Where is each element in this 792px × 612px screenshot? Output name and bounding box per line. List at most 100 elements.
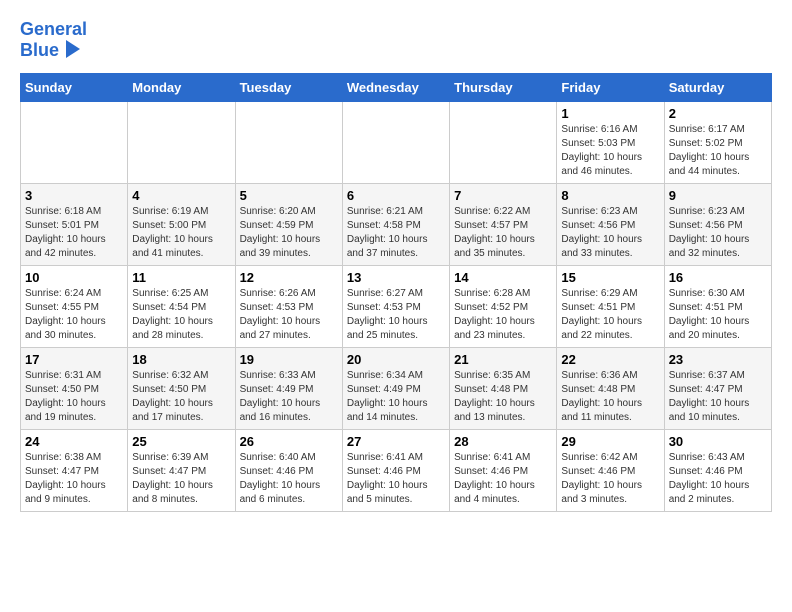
day-number: 23 — [669, 352, 767, 367]
day-number: 29 — [561, 434, 659, 449]
calendar-cell: 25 Sunrise: 6:39 AM Sunset: 4:47 PM Dayli… — [128, 429, 235, 511]
calendar-cell: 30Sunrise: 6:43 AM Sunset: 4:46 PM Dayli… — [664, 429, 771, 511]
day-info: Sunrise: 6:42 AM Sunset: 4:46 PM Dayligh… — [561, 451, 659, 507]
calendar-cell: 2Sunrise: 6:17 AM Sunset: 5:02 PM Daylig… — [664, 101, 771, 183]
calendar-cell: 4 Sunrise: 6:19 AM Sunset: 5:00 PM Daylig… — [128, 183, 235, 265]
day-info: Sunrise: 6:37 AM Sunset: 4:47 PM Dayligh… — [669, 369, 767, 425]
calendar-cell: 6Sunrise: 6:21 AM Sunset: 4:58 PM Daylig… — [342, 183, 449, 265]
day-number: 22 — [561, 352, 659, 367]
day-number: 20 — [347, 352, 445, 367]
calendar-week-row: 3 Sunrise: 6:18 AM Sunset: 5:01 PM Daylig… — [21, 183, 772, 265]
calendar-cell: 15 Sunrise: 6:29 AM Sunset: 4:51 PM Dayli… — [557, 265, 664, 347]
calendar-cell: 23 Sunrise: 6:37 AM Sunset: 4:47 PM Dayli… — [664, 347, 771, 429]
day-number: 21 — [454, 352, 552, 367]
logo-general: General — [20, 19, 87, 39]
day-number: 24 — [25, 434, 123, 449]
day-info: Sunrise: 6:33 AM Sunset: 4:49 PM Dayligh… — [240, 369, 338, 425]
calendar-week-row: 10 Sunrise: 6:24 AM Sunset: 4:55 PM Dayli… — [21, 265, 772, 347]
day-info: Sunrise: 6:40 AM Sunset: 4:46 PM Dayligh… — [240, 451, 338, 507]
calendar-cell: 16Sunrise: 6:30 AM Sunset: 4:51 PM Dayli… — [664, 265, 771, 347]
logo: General Blue — [20, 20, 87, 63]
calendar-cell: 8 Sunrise: 6:23 AM Sunset: 4:56 PM Daylig… — [557, 183, 664, 265]
day-info: Sunrise: 6:27 AM Sunset: 4:53 PM Dayligh… — [347, 287, 445, 343]
day-number: 19 — [240, 352, 338, 367]
calendar-week-row: 24 Sunrise: 6:38 AM Sunset: 4:47 PM Dayli… — [21, 429, 772, 511]
day-info: Sunrise: 6:23 AM Sunset: 4:56 PM Dayligh… — [561, 205, 659, 261]
calendar-cell — [128, 101, 235, 183]
calendar-cell: 19 Sunrise: 6:33 AM Sunset: 4:49 PM Dayli… — [235, 347, 342, 429]
weekday-header-sunday: Sunday — [21, 73, 128, 101]
day-info: Sunrise: 6:38 AM Sunset: 4:47 PM Dayligh… — [25, 451, 123, 507]
weekday-header-wednesday: Wednesday — [342, 73, 449, 101]
weekday-header-row: SundayMondayTuesdayWednesdayThursdayFrid… — [21, 73, 772, 101]
calendar-cell — [450, 101, 557, 183]
day-info: Sunrise: 6:35 AM Sunset: 4:48 PM Dayligh… — [454, 369, 552, 425]
day-number: 17 — [25, 352, 123, 367]
day-info: Sunrise: 6:19 AM Sunset: 5:00 PM Dayligh… — [132, 205, 230, 261]
day-info: Sunrise: 6:24 AM Sunset: 4:55 PM Dayligh… — [25, 287, 123, 343]
day-info: Sunrise: 6:41 AM Sunset: 4:46 PM Dayligh… — [454, 451, 552, 507]
calendar-body: 1 Sunrise: 6:16 AM Sunset: 5:03 PM Daylig… — [21, 101, 772, 511]
calendar-cell: 27 Sunrise: 6:41 AM Sunset: 4:46 PM Dayli… — [342, 429, 449, 511]
day-number: 18 — [132, 352, 230, 367]
calendar-header: SundayMondayTuesdayWednesdayThursdayFrid… — [21, 73, 772, 101]
calendar-cell: 21 Sunrise: 6:35 AM Sunset: 4:48 PM Dayli… — [450, 347, 557, 429]
weekday-header-tuesday: Tuesday — [235, 73, 342, 101]
day-info: Sunrise: 6:29 AM Sunset: 4:51 PM Dayligh… — [561, 287, 659, 343]
day-number: 26 — [240, 434, 338, 449]
day-number: 2 — [669, 106, 767, 121]
calendar-week-row: 17 Sunrise: 6:31 AM Sunset: 4:50 PM Dayli… — [21, 347, 772, 429]
calendar-cell: 22 Sunrise: 6:36 AM Sunset: 4:48 PM Dayli… — [557, 347, 664, 429]
day-info: Sunrise: 6:18 AM Sunset: 5:01 PM Dayligh… — [25, 205, 123, 261]
day-number: 8 — [561, 188, 659, 203]
weekday-header-thursday: Thursday — [450, 73, 557, 101]
day-number: 25 — [132, 434, 230, 449]
calendar-cell: 11 Sunrise: 6:25 AM Sunset: 4:54 PM Dayli… — [128, 265, 235, 347]
day-number: 16 — [669, 270, 767, 285]
day-info: Sunrise: 6:23 AM Sunset: 4:56 PM Dayligh… — [669, 205, 767, 261]
day-number: 1 — [561, 106, 659, 121]
day-number: 27 — [347, 434, 445, 449]
day-info: Sunrise: 6:31 AM Sunset: 4:50 PM Dayligh… — [25, 369, 123, 425]
day-info: Sunrise: 6:32 AM Sunset: 4:50 PM Dayligh… — [132, 369, 230, 425]
calendar-table: SundayMondayTuesdayWednesdayThursdayFrid… — [20, 73, 772, 512]
calendar-cell: 18 Sunrise: 6:32 AM Sunset: 4:50 PM Dayli… — [128, 347, 235, 429]
day-number: 14 — [454, 270, 552, 285]
day-number: 5 — [240, 188, 338, 203]
day-info: Sunrise: 6:16 AM Sunset: 5:03 PM Dayligh… — [561, 123, 659, 179]
weekday-header-saturday: Saturday — [664, 73, 771, 101]
day-info: Sunrise: 6:39 AM Sunset: 4:47 PM Dayligh… — [132, 451, 230, 507]
weekday-header-friday: Friday — [557, 73, 664, 101]
day-number: 15 — [561, 270, 659, 285]
calendar-cell: 29 Sunrise: 6:42 AM Sunset: 4:46 PM Dayli… — [557, 429, 664, 511]
calendar-cell: 7Sunrise: 6:22 AM Sunset: 4:57 PM Daylig… — [450, 183, 557, 265]
day-info: Sunrise: 6:21 AM Sunset: 4:58 PM Dayligh… — [347, 205, 445, 261]
day-info: Sunrise: 6:43 AM Sunset: 4:46 PM Dayligh… — [669, 451, 767, 507]
day-info: Sunrise: 6:36 AM Sunset: 4:48 PM Dayligh… — [561, 369, 659, 425]
calendar-cell — [235, 101, 342, 183]
calendar-cell: 17 Sunrise: 6:31 AM Sunset: 4:50 PM Dayli… — [21, 347, 128, 429]
calendar-cell: 26 Sunrise: 6:40 AM Sunset: 4:46 PM Dayli… — [235, 429, 342, 511]
calendar-cell — [342, 101, 449, 183]
day-number: 9 — [669, 188, 767, 203]
day-number: 7 — [454, 188, 552, 203]
calendar-cell: 10 Sunrise: 6:24 AM Sunset: 4:55 PM Dayli… — [21, 265, 128, 347]
day-number: 10 — [25, 270, 123, 285]
calendar-cell: 1 Sunrise: 6:16 AM Sunset: 5:03 PM Daylig… — [557, 101, 664, 183]
day-number: 13 — [347, 270, 445, 285]
day-info: Sunrise: 6:25 AM Sunset: 4:54 PM Dayligh… — [132, 287, 230, 343]
day-info: Sunrise: 6:41 AM Sunset: 4:46 PM Dayligh… — [347, 451, 445, 507]
calendar-cell: 28Sunrise: 6:41 AM Sunset: 4:46 PM Dayli… — [450, 429, 557, 511]
calendar-cell: 13 Sunrise: 6:27 AM Sunset: 4:53 PM Dayli… — [342, 265, 449, 347]
calendar-cell — [21, 101, 128, 183]
day-info: Sunrise: 6:26 AM Sunset: 4:53 PM Dayligh… — [240, 287, 338, 343]
page-header: General Blue — [20, 20, 772, 63]
logo-blue: Blue — [20, 40, 59, 60]
day-number: 12 — [240, 270, 338, 285]
calendar-week-row: 1 Sunrise: 6:16 AM Sunset: 5:03 PM Daylig… — [21, 101, 772, 183]
day-info: Sunrise: 6:34 AM Sunset: 4:49 PM Dayligh… — [347, 369, 445, 425]
day-number: 4 — [132, 188, 230, 203]
day-number: 3 — [25, 188, 123, 203]
calendar-cell: 9 Sunrise: 6:23 AM Sunset: 4:56 PM Daylig… — [664, 183, 771, 265]
day-number: 11 — [132, 270, 230, 285]
